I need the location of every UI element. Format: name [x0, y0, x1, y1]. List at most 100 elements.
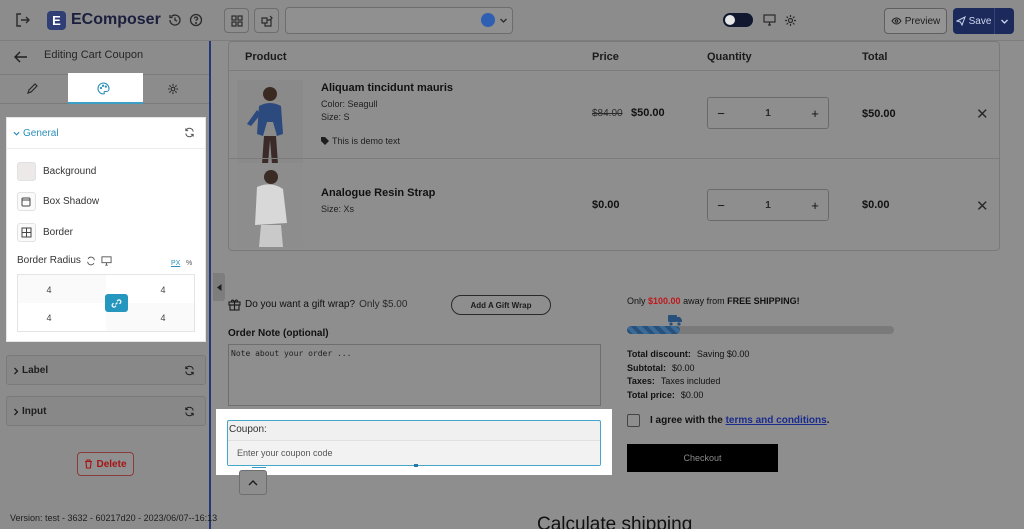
- unit-percent[interactable]: %: [186, 260, 192, 267]
- dark-mode-toggle[interactable]: [723, 13, 753, 27]
- coupon-input[interactable]: Enter your coupon code: [228, 440, 600, 465]
- radius-top-left[interactable]: 4: [39, 285, 59, 295]
- page-selector[interactable]: [285, 7, 513, 34]
- exit-icon[interactable]: [12, 9, 34, 31]
- help-icon[interactable]: [185, 9, 207, 31]
- cart-table: Product Price Quantity Total Aliquam tin…: [228, 41, 1000, 251]
- terms-end: .: [826, 415, 830, 426]
- grid-icon[interactable]: [224, 8, 249, 33]
- send-icon: [955, 16, 966, 26]
- save-button[interactable]: Save: [953, 8, 995, 34]
- desktop-icon[interactable]: [758, 9, 780, 31]
- product-name[interactable]: Analogue Resin Strap: [321, 187, 435, 199]
- gift-wrap-row: Do you want a gift wrap? Only $5.00: [228, 298, 407, 311]
- product-name[interactable]: Aliquam tincidunt mauris: [321, 82, 453, 94]
- product-image[interactable]: [237, 80, 303, 164]
- box-shadow-property[interactable]: Box Shadow: [17, 190, 197, 212]
- preview-button[interactable]: Preview: [884, 8, 947, 34]
- unit-px[interactable]: PX: [171, 260, 180, 267]
- order-note-textarea[interactable]: Note about your order ...: [228, 344, 601, 406]
- terms-checkbox[interactable]: [627, 414, 640, 427]
- trash-icon: [84, 459, 93, 469]
- total-price-value: $0.00: [680, 389, 704, 400]
- back-arrow-icon[interactable]: [14, 51, 28, 63]
- quantity-value[interactable]: 1: [734, 200, 802, 211]
- preview-label: Preview: [904, 15, 941, 27]
- reset-icon[interactable]: [184, 406, 195, 417]
- tab-content[interactable]: [26, 83, 38, 95]
- layers-icon[interactable]: [254, 8, 279, 33]
- scroll-to-top-button[interactable]: [239, 470, 267, 495]
- quantity-decrease-button[interactable]: −: [708, 190, 734, 220]
- border-radius-label: Border Radius: [17, 255, 81, 266]
- save-options-button[interactable]: [995, 8, 1014, 34]
- chevron-down-icon: [13, 130, 20, 137]
- general-header[interactable]: General: [7, 118, 205, 149]
- terms-link[interactable]: terms and conditions: [726, 415, 827, 426]
- quantity-increase-button[interactable]: +: [802, 98, 828, 128]
- quantity-stepper: − 1 +: [707, 97, 829, 129]
- general-section: General Background Box Shadow Border Bor…: [6, 117, 206, 342]
- globe-icon: [481, 13, 495, 27]
- background-property[interactable]: Background: [17, 160, 197, 182]
- input-section-title: Input: [22, 406, 47, 417]
- tab-advanced[interactable]: [167, 83, 179, 95]
- box-shadow-icon: [17, 191, 36, 211]
- radius-bottom-right[interactable]: 4: [153, 313, 173, 323]
- quantity-value[interactable]: 1: [734, 108, 802, 119]
- product-size: Size: S: [321, 112, 350, 122]
- gear-icon[interactable]: [779, 9, 801, 31]
- save-label: Save: [968, 15, 992, 27]
- shipping-progress-fill: [627, 326, 681, 334]
- coupon-label: Coupon:: [229, 424, 267, 435]
- checkout-button[interactable]: Checkout: [627, 444, 778, 472]
- tab-style[interactable]: [68, 73, 143, 104]
- taxes-row: Taxes: Taxes included: [627, 375, 749, 389]
- quantity-decrease-button[interactable]: −: [708, 98, 734, 128]
- add-gift-wrap-button[interactable]: Add A Gift Wrap: [451, 295, 551, 315]
- line-total: $50.00: [862, 108, 896, 120]
- radius-bottom-left[interactable]: 4: [39, 313, 59, 323]
- delete-button[interactable]: Delete: [77, 452, 134, 476]
- radius-top-right[interactable]: 4: [153, 285, 173, 295]
- product-image[interactable]: [237, 163, 303, 247]
- gift-icon: [228, 298, 241, 311]
- input-section[interactable]: Input: [6, 396, 206, 426]
- header-quantity: Quantity: [707, 51, 752, 63]
- collapse-panel-handle[interactable]: [213, 273, 225, 301]
- terms-agreement: I agree with the terms and conditions.: [627, 414, 829, 427]
- border-radius-header: Border Radius: [17, 255, 112, 266]
- product-variant: Color: Seagull: [321, 99, 378, 109]
- box-shadow-label: Box Shadow: [43, 195, 100, 207]
- subtotal-row: Subtotal: $0.00: [627, 362, 749, 376]
- label-section-title: Label: [22, 365, 49, 376]
- reset-icon[interactable]: [86, 256, 96, 266]
- totals-summary: Total discount: Saving $0.00 Subtotal: $0.…: [627, 348, 749, 402]
- link-values-icon[interactable]: [105, 294, 128, 312]
- resize-handle[interactable]: [414, 464, 418, 467]
- item-price: $0.00: [592, 199, 620, 211]
- remove-item-button[interactable]: ✕: [976, 105, 989, 123]
- header-product: Product: [245, 51, 287, 63]
- taxes-label: Taxes:: [627, 376, 655, 386]
- selection-marker: [252, 467, 266, 470]
- reset-icon[interactable]: [184, 127, 195, 138]
- background-swatch[interactable]: [17, 161, 36, 181]
- reset-icon[interactable]: [184, 365, 195, 376]
- ecomposer-logo: E: [47, 11, 66, 30]
- label-section[interactable]: Label: [6, 355, 206, 385]
- border-radius-inputs: 4 4 4 4: [17, 274, 195, 332]
- history-icon[interactable]: [164, 9, 186, 31]
- total-discount-label: Total discount:: [627, 349, 691, 359]
- divider: [229, 70, 999, 71]
- remove-item-button[interactable]: ✕: [976, 197, 989, 215]
- quantity-increase-button[interactable]: +: [802, 190, 828, 220]
- shipping-progress-bar: [627, 326, 894, 334]
- product-note: This is demo text: [321, 136, 400, 146]
- product-size: Size: Xs: [321, 204, 355, 214]
- desktop-icon[interactable]: [101, 255, 112, 266]
- original-price: $84.00: [592, 108, 623, 119]
- top-bar: E EComposer Preview Save: [0, 0, 1024, 41]
- border-property[interactable]: Border: [17, 221, 197, 243]
- total-discount-row: Total discount: Saving $0.00: [627, 348, 749, 362]
